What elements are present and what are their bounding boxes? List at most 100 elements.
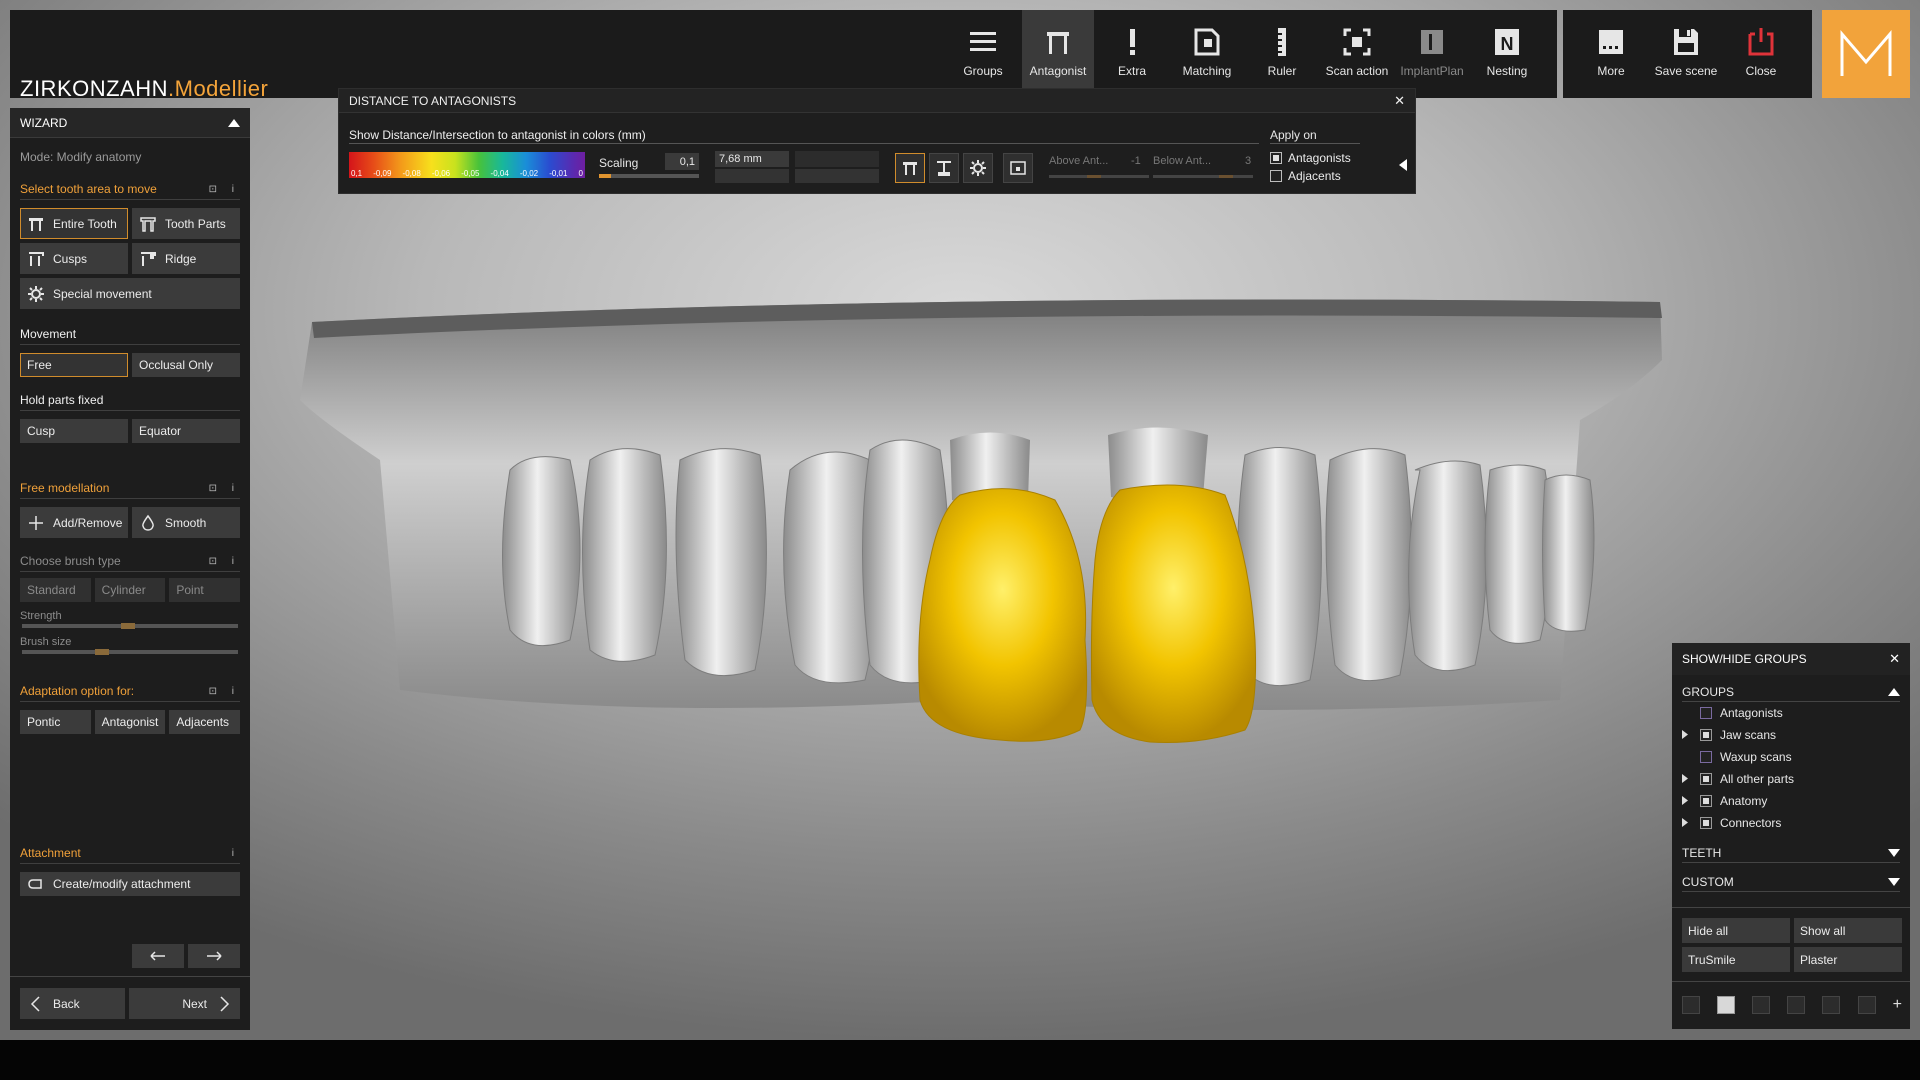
view-preset-5-icon[interactable]	[1822, 996, 1841, 1014]
scan-action-button[interactable]: Scan action	[1321, 10, 1393, 88]
group-item[interactable]: Anatomy	[1672, 790, 1910, 812]
pontic-button[interactable]: Pontic	[20, 710, 91, 734]
custom-section-header[interactable]: CUSTOM	[1682, 875, 1900, 892]
groups-section-header[interactable]: GROUPS	[1682, 685, 1900, 702]
entire-tooth-button[interactable]: Entire Tooth	[20, 208, 128, 239]
below-antagonist-value[interactable]: 3	[1245, 155, 1251, 167]
ridge-button[interactable]: Ridge	[132, 243, 240, 274]
pin-info-icons[interactable]: ⊡ i	[209, 184, 240, 195]
equator-button[interactable]: Equator	[132, 419, 240, 443]
point-brush-button[interactable]: Point	[169, 578, 241, 602]
crown-right[interactable]	[1090, 484, 1257, 743]
group-checkbox[interactable]	[1700, 751, 1712, 763]
create-attachment-label: Create/modify attachment	[53, 877, 191, 891]
distance-settings-button[interactable]	[963, 153, 993, 183]
view-preset-6-icon[interactable]	[1857, 996, 1876, 1014]
matching-button[interactable]: Matching	[1171, 10, 1243, 88]
show-all-button[interactable]: Show all	[1794, 918, 1902, 943]
above-antagonist-value[interactable]: -1	[1131, 155, 1141, 167]
adjacents-checkbox-box[interactable]	[1270, 170, 1282, 182]
group-item[interactable]: Jaw scans	[1672, 724, 1910, 746]
collapse-up-icon[interactable]	[1888, 688, 1900, 696]
close-icon[interactable]: ✕	[1889, 651, 1900, 667]
occlusal-only-button[interactable]: Occlusal Only	[132, 353, 240, 377]
scaling-value-input[interactable]: 0,1	[665, 153, 699, 170]
apply-antagonists-checkbox[interactable]: Antagonists	[1270, 151, 1351, 165]
teeth-section-header[interactable]: TEETH	[1682, 846, 1900, 863]
view-preset-3-icon[interactable]	[1752, 996, 1771, 1014]
extra-button[interactable]: Extra	[1096, 10, 1168, 88]
expand-right-icon[interactable]	[1682, 817, 1692, 829]
tooth-parts-button[interactable]: Tooth Parts	[132, 208, 240, 239]
antagonists-checkbox-box[interactable]	[1270, 152, 1282, 164]
lower-jaw-view-button[interactable]	[929, 153, 959, 183]
info-icon[interactable]: i	[232, 848, 240, 859]
collapse-left-icon[interactable]	[1399, 159, 1407, 171]
expand-down-icon[interactable]	[1888, 878, 1900, 886]
next-button[interactable]: Next	[129, 988, 240, 1019]
strength-slider[interactable]	[22, 623, 238, 629]
group-item[interactable]: Antagonists	[1672, 702, 1910, 724]
apply-adjacents-checkbox[interactable]: Adjacents	[1270, 169, 1341, 183]
pin-info-icons[interactable]: ⊡ i	[209, 483, 240, 494]
view-preset-4-icon[interactable]	[1787, 996, 1806, 1014]
ruler-button[interactable]: Ruler	[1246, 10, 1318, 88]
create-attachment-button[interactable]: Create/modify attachment	[20, 872, 240, 896]
pin-info-icons[interactable]: ⊡ i	[209, 556, 240, 567]
group-checkbox[interactable]	[1700, 729, 1712, 741]
brush-type-title-text: Choose brush type	[20, 554, 121, 568]
expand-right-icon[interactable]	[1682, 729, 1692, 741]
collapse-up-icon[interactable]	[228, 118, 240, 127]
group-checkbox[interactable]	[1700, 773, 1712, 785]
group-item[interactable]: All other parts	[1672, 768, 1910, 790]
brush-size-slider[interactable]	[22, 649, 238, 655]
save-scene-button[interactable]: Save scene	[1650, 10, 1722, 88]
brush-size-knob[interactable]	[95, 649, 110, 655]
special-movement-button[interactable]: Special movement	[20, 278, 240, 309]
upper-jaw-view-button[interactable]	[895, 153, 925, 183]
cusp-button[interactable]: Cusp	[20, 419, 128, 443]
implantplan-button[interactable]: ImplantPlan	[1396, 10, 1468, 88]
back-button[interactable]: Back	[20, 988, 125, 1019]
nesting-button[interactable]: N Nesting	[1471, 10, 1543, 88]
plaster-button[interactable]: Plaster	[1794, 947, 1902, 972]
above-antagonist-slider[interactable]	[1049, 175, 1149, 178]
group-item[interactable]: Waxup scans	[1672, 746, 1910, 768]
expand-down-icon[interactable]	[1888, 849, 1900, 857]
hide-all-button[interactable]: Hide all	[1682, 918, 1790, 943]
colorbar-tick-label: -0,09	[373, 169, 392, 178]
group-item[interactable]: Connectors	[1672, 812, 1910, 834]
standard-brush-button[interactable]: Standard	[20, 578, 91, 602]
cusps-button[interactable]: Cusps	[20, 243, 128, 274]
strength-knob[interactable]	[121, 623, 136, 629]
more-button[interactable]: More	[1575, 10, 1647, 88]
below-antagonist-slider[interactable]	[1153, 175, 1253, 178]
crown-left[interactable]	[918, 488, 1088, 742]
expand-right-icon[interactable]	[1682, 795, 1692, 807]
adapt-adjacents-button[interactable]: Adjacents	[169, 710, 241, 734]
scaling-slider[interactable]	[599, 174, 699, 178]
frame-view-button[interactable]	[1003, 153, 1033, 183]
wizard-header[interactable]: WIZARD	[10, 108, 250, 138]
undo-button[interactable]	[132, 944, 184, 968]
redo-button[interactable]	[188, 944, 240, 968]
expand-right-icon[interactable]	[1682, 773, 1692, 785]
group-checkbox[interactable]	[1700, 707, 1712, 719]
close-app-button[interactable]: Close	[1725, 10, 1797, 88]
add-remove-button[interactable]: Add/Remove	[20, 507, 128, 538]
group-checkbox[interactable]	[1700, 817, 1712, 829]
close-icon[interactable]: ✕	[1394, 93, 1405, 109]
antagonist-button[interactable]: Antagonist	[1022, 10, 1094, 88]
free-button[interactable]: Free	[20, 353, 128, 377]
distance-value-field[interactable]: 7,68 mm	[715, 151, 789, 167]
cylinder-brush-button[interactable]: Cylinder	[94, 578, 166, 602]
view-preset-2-icon[interactable]	[1717, 996, 1736, 1014]
add-preset-icon[interactable]: +	[1893, 996, 1902, 1014]
pin-info-icons[interactable]: ⊡ i	[209, 686, 240, 697]
groups-button[interactable]: Groups	[947, 10, 1019, 88]
smooth-button[interactable]: Smooth	[132, 507, 240, 538]
view-preset-1-icon[interactable]	[1682, 996, 1700, 1014]
adapt-antagonist-button[interactable]: Antagonist	[94, 710, 166, 734]
group-checkbox[interactable]	[1700, 795, 1712, 807]
trusmile-button[interactable]: TruSmile	[1682, 947, 1790, 972]
